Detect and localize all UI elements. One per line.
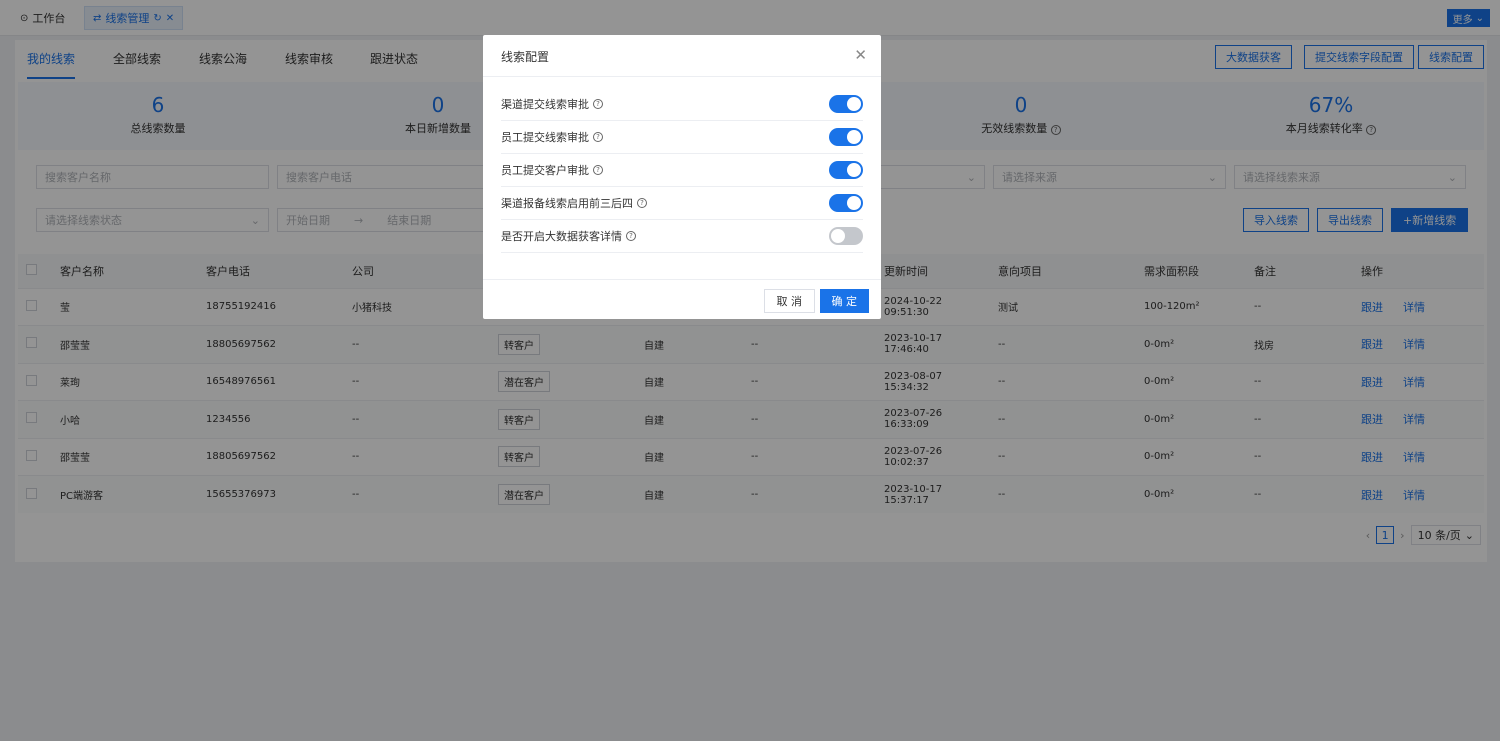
help-icon: ? <box>593 132 603 142</box>
config-option-label-wrap: 渠道报备线索启用前三后四? <box>501 195 647 211</box>
config-option-label: 渠道提交线索审批 <box>501 98 589 111</box>
help-icon: ? <box>637 198 647 208</box>
config-toggle-switch[interactable] <box>829 128 863 146</box>
config-toggle-switch[interactable] <box>829 194 863 212</box>
close-icon[interactable]: ✕ <box>854 46 867 64</box>
toggle-knob <box>847 97 861 111</box>
config-option-label: 是否开启大数据获客详情 <box>501 230 622 243</box>
cancel-button[interactable]: 取 消 <box>763 289 815 313</box>
config-option-row: 员工提交线索审批? <box>501 121 863 154</box>
modal-header: 线索配置 ✕ <box>483 35 881 77</box>
config-option-row: 渠道提交线索审批? <box>501 88 863 121</box>
config-option-row: 渠道报备线索启用前三后四? <box>501 187 863 220</box>
modal-footer: 取 消 确 定 <box>483 279 881 319</box>
toggle-knob <box>831 229 845 243</box>
config-toggle-switch[interactable] <box>829 227 863 245</box>
config-option-row: 员工提交客户审批? <box>501 154 863 187</box>
help-icon: ? <box>626 231 636 241</box>
help-icon: ? <box>593 165 603 175</box>
config-toggle-switch[interactable] <box>829 161 863 179</box>
modal-title: 线索配置 <box>501 50 550 64</box>
help-icon: ? <box>593 99 603 109</box>
config-option-label-wrap: 是否开启大数据获客详情? <box>501 228 636 244</box>
config-option-label: 员工提交线索审批 <box>501 131 589 144</box>
toggle-knob <box>847 196 861 210</box>
config-option-label-wrap: 员工提交线索审批? <box>501 129 603 145</box>
lead-config-modal: 线索配置 ✕ 渠道提交线索审批? 员工提交线索审批? 员工提交客户审批? 渠道报备线索… <box>483 35 881 319</box>
toggle-knob <box>847 130 861 144</box>
config-option-label: 员工提交客户审批 <box>501 164 589 177</box>
toggle-knob <box>847 163 861 177</box>
config-option-label: 渠道报备线索启用前三后四 <box>501 197 633 210</box>
config-option-row: 是否开启大数据获客详情? <box>501 220 863 253</box>
config-toggle-switch[interactable] <box>829 95 863 113</box>
config-option-label-wrap: 员工提交客户审批? <box>501 162 603 178</box>
config-option-label-wrap: 渠道提交线索审批? <box>501 96 603 112</box>
confirm-button[interactable]: 确 定 <box>819 289 869 313</box>
